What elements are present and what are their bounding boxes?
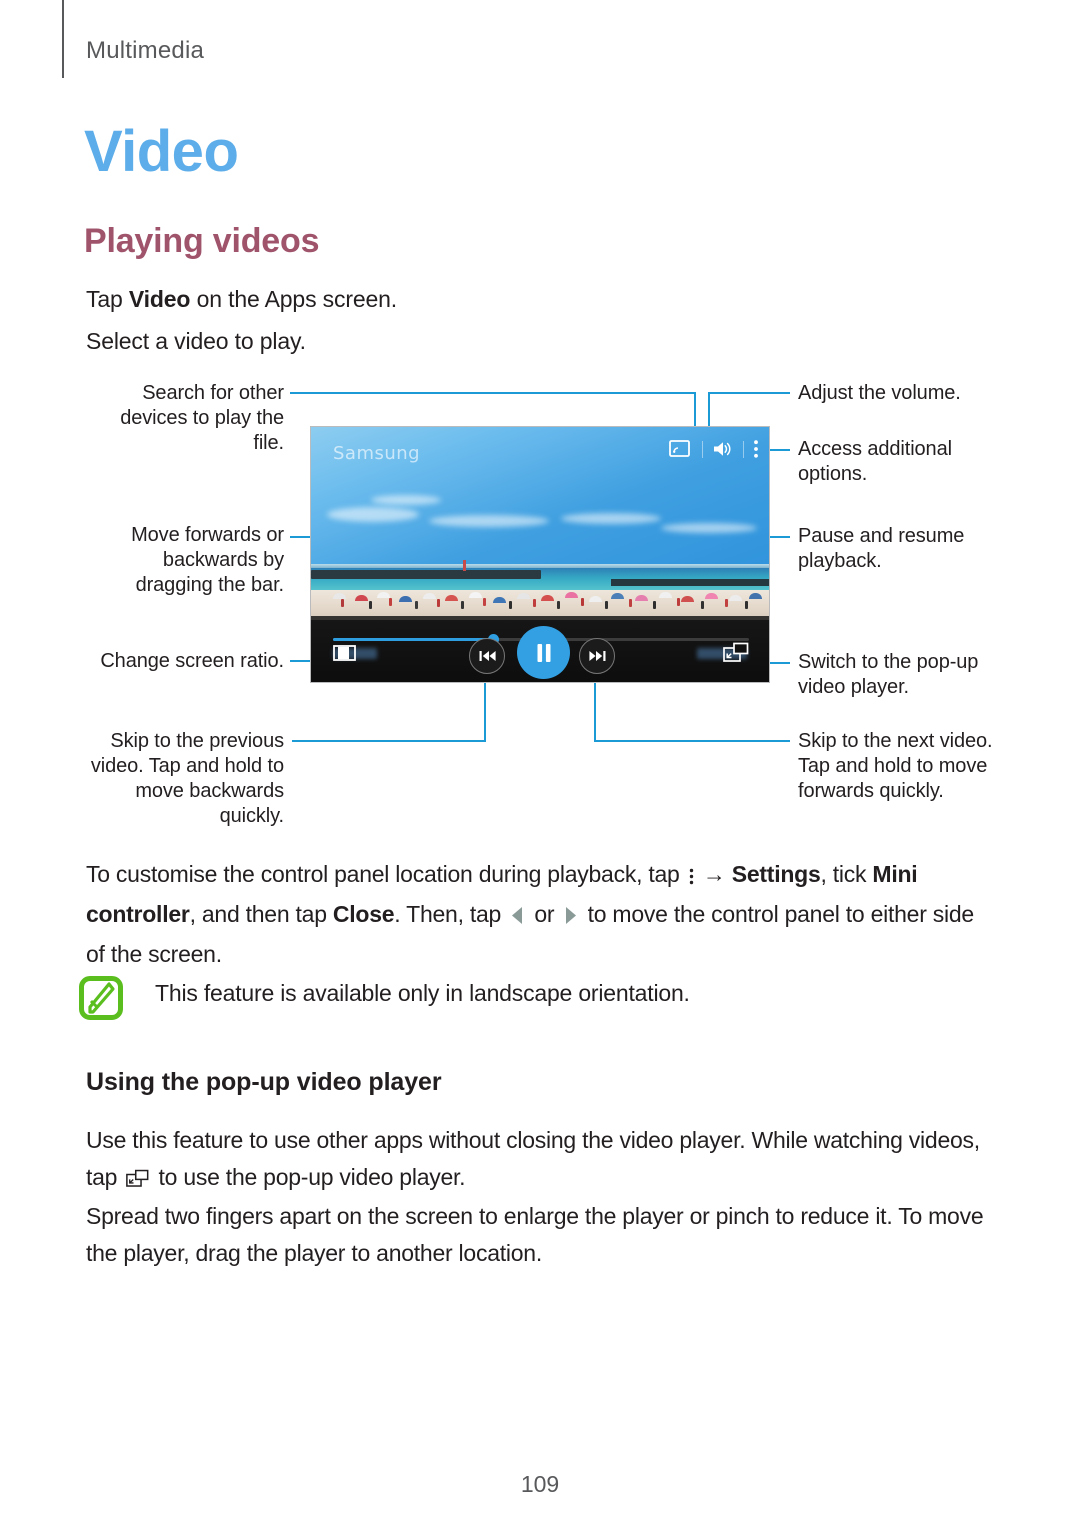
subsection-heading: Using the pop-up video player (86, 1068, 442, 1096)
customise-t4: , and then tap (189, 901, 333, 927)
beach-crowd (311, 585, 769, 615)
margin-rule (62, 0, 64, 78)
customise-t3: , tick (820, 861, 873, 887)
note-text: This feature is available only in landsc… (155, 980, 690, 1006)
intro-line-1: Tap Video on the Apps screen. (86, 280, 397, 318)
callout-search-devices: Search for other devices to play the fil… (120, 382, 284, 454)
leader-next-v (594, 674, 596, 741)
callout-pause-resume: Pause and resume playback. (798, 525, 965, 572)
popup-1b: to use the pop-up video player. (152, 1164, 466, 1190)
cloud (561, 513, 661, 524)
breadcrumb: Multimedia (86, 37, 205, 64)
intro-line-1-bold: Video (128, 286, 191, 312)
callout-access-options: Access additional options. (798, 438, 952, 485)
video-watermark: Samsung (333, 443, 421, 464)
more-options-icon[interactable] (753, 439, 759, 459)
lighthouse (463, 560, 466, 571)
screen-ratio-icon[interactable] (333, 644, 357, 667)
intro-line-2: Select a video to play. (86, 328, 306, 354)
callout-skip-previous: Skip to the previous video. Tap and hold… (90, 730, 284, 827)
callout-adjust-volume: Adjust the volume. (798, 382, 961, 404)
section-heading: Playing videos (84, 222, 320, 260)
popup-player-icon (126, 1162, 149, 1199)
chevron-right-icon (563, 899, 578, 936)
intro-line-1-prefix: Tap (86, 286, 129, 312)
intro-line-1-suffix: on the Apps screen. (190, 286, 398, 312)
customise-b3: Close (332, 901, 395, 927)
player-controls-overlay (311, 616, 769, 682)
popup-player-icon[interactable] (723, 642, 749, 668)
topbar-divider (702, 440, 703, 458)
pause-button[interactable] (517, 626, 570, 679)
page-title: Video (84, 119, 239, 184)
callout-move-forwards: Move forwards or backwards by dragging t… (131, 524, 284, 596)
skip-previous-button[interactable] (469, 638, 505, 674)
leader-next-h (594, 740, 790, 742)
customise-t1: To customise the control panel location … (86, 861, 686, 887)
page-number: 109 (520, 1471, 560, 1497)
callout-switch-popup: Switch to the pop-up video player. (798, 651, 979, 698)
customise-b1: Settings (731, 861, 821, 887)
cloud (661, 523, 757, 533)
chevron-left-icon (510, 899, 525, 936)
paragraph-popup-2: Spread two fingers apart on the screen t… (86, 1203, 984, 1266)
volume-icon[interactable] (712, 440, 734, 458)
player-button-row (311, 626, 769, 679)
customise-t5: . Then, tap (394, 901, 508, 927)
note-icon (79, 976, 123, 1020)
paragraph-customise: To customise the control panel location … (86, 856, 992, 973)
callout-skip-next: Skip to the next video. Tap and hold to … (798, 730, 993, 802)
manual-page: Multimedia Video Playing videos Tap Vide… (0, 0, 1080, 1527)
cloud (327, 507, 419, 522)
cloud (371, 495, 441, 505)
leader-search-devices-h (290, 392, 696, 394)
more-options-icon (689, 859, 694, 896)
customise-t2: → (696, 861, 732, 887)
cloud (429, 515, 549, 527)
screen-mirroring-icon[interactable] (669, 440, 693, 458)
breakwater (311, 570, 541, 579)
leader-prev-v (484, 674, 486, 741)
player-topbar (669, 439, 759, 459)
topbar-divider (743, 440, 744, 458)
callout-change-ratio: Change screen ratio. (100, 650, 284, 672)
skip-next-button[interactable] (579, 638, 615, 674)
video-player-screenshot: Samsung (310, 426, 770, 683)
leader-prev-h (292, 740, 486, 742)
paragraph-popup-1: Use this feature to use other apps witho… (86, 1122, 992, 1199)
customise-t6: or (528, 901, 561, 927)
leader-volume-h (708, 392, 790, 394)
